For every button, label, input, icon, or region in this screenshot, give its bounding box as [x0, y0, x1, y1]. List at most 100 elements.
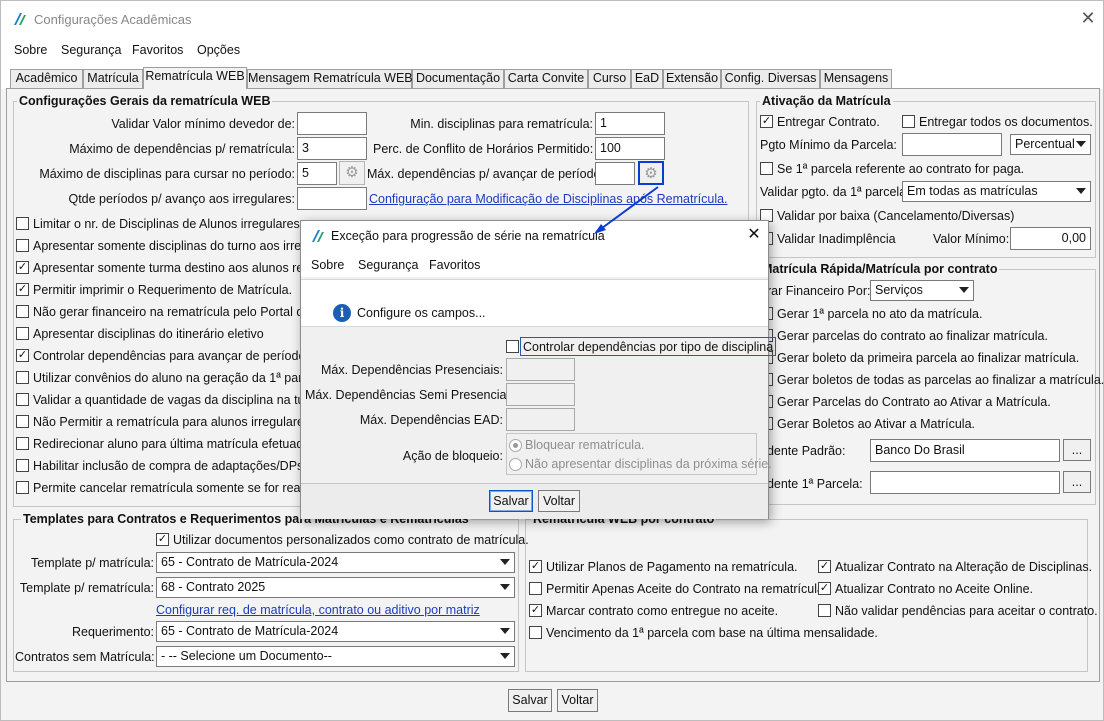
- general-option-11-checkbox[interactable]: [16, 459, 29, 472]
- min-disciplinas-input[interactable]: 1: [595, 112, 665, 135]
- tab-config-diversas[interactable]: Config. Diversas: [721, 69, 820, 88]
- general-option-3-checkbox[interactable]: ✓: [16, 283, 29, 296]
- max-dependencias-input[interactable]: 3: [297, 137, 367, 160]
- web-right-option-0-checkbox[interactable]: ✓: [818, 560, 831, 573]
- qtde-periodos-input[interactable]: [297, 187, 367, 210]
- nao-apresentar-radio[interactable]: [509, 458, 522, 471]
- cedente-padrao-lookup-button[interactable]: ...: [1063, 439, 1091, 461]
- valor-minimo-label: Valor Mínimo:: [933, 232, 1010, 246]
- template-rematricula-select[interactable]: 68 - Contrato 2025: [156, 577, 515, 598]
- dialog-save-button[interactable]: Salvar: [489, 490, 533, 512]
- pgto-minimo-input[interactable]: [902, 133, 1002, 156]
- general-option-4-checkbox[interactable]: [16, 305, 29, 318]
- chevron-down-icon: [500, 584, 510, 590]
- chevron-down-icon: [959, 287, 969, 293]
- tab-matricula[interactable]: Matrícula: [83, 69, 143, 88]
- dialog-menu-seguranca[interactable]: Segurança: [358, 258, 418, 272]
- general-option-0-checkbox[interactable]: [16, 217, 29, 230]
- acao-bloqueio-group: Bloquear rematrícula. Não apresentar dis…: [506, 433, 772, 475]
- general-option-2-checkbox[interactable]: ✓: [16, 261, 29, 274]
- dialog-back-button[interactable]: Voltar: [538, 490, 580, 512]
- menu-opcoes[interactable]: Opções: [197, 43, 240, 57]
- cedente-parcela-lookup-button[interactable]: ...: [1063, 471, 1091, 493]
- general-option-9-label: Não Permitir a rematrícula para alunos i…: [33, 415, 314, 429]
- acao-bloqueio-label: Ação de bloqueio:: [402, 449, 503, 463]
- web-left-option-1-checkbox[interactable]: [529, 582, 542, 595]
- general-option-7-label: Utilizar convênios do aluno na geração d…: [33, 371, 319, 385]
- close-icon[interactable]: ✕: [744, 225, 764, 245]
- general-option-6-checkbox[interactable]: ✓: [16, 349, 29, 362]
- template-matricula-select[interactable]: 65 - Contrato de Matrícula-2024: [156, 552, 515, 573]
- controlar-dependencias-checkbox[interactable]: [506, 340, 519, 353]
- general-option-10-checkbox[interactable]: [16, 437, 29, 450]
- dep-ead-input[interactable]: [506, 408, 575, 431]
- back-button[interactable]: Voltar: [557, 689, 598, 712]
- gear-icon[interactable]: ⚙: [339, 161, 365, 185]
- tab-mensagens[interactable]: Mensagens: [820, 69, 892, 88]
- web-left-option-2-checkbox[interactable]: ✓: [529, 604, 542, 617]
- dep-presenciais-input[interactable]: [506, 358, 575, 381]
- configurar-req-link[interactable]: Configurar req. de matrícula, contrato o…: [156, 603, 480, 617]
- cedente-padrao-input[interactable]: Banco Do Brasil: [870, 439, 1060, 462]
- se-primeira-checkbox[interactable]: [760, 162, 773, 175]
- bloquear-label: Bloquear rematrícula.: [525, 438, 645, 452]
- tab-ead[interactable]: EaD: [631, 69, 663, 88]
- requerimento-label: Requerimento:: [72, 625, 154, 639]
- general-option-12-checkbox[interactable]: [16, 481, 29, 494]
- general-option-1-checkbox[interactable]: [16, 239, 29, 252]
- web-right-option-1-checkbox[interactable]: ✓: [818, 582, 831, 595]
- menu-favoritos[interactable]: Favoritos: [132, 43, 183, 57]
- info-icon: i: [333, 304, 351, 322]
- dep-semi-presenciais-input[interactable]: [506, 383, 575, 406]
- cedente-parcela-input[interactable]: [870, 471, 1060, 494]
- chevron-down-icon: [1076, 141, 1086, 147]
- tab-documentacao[interactable]: Documentação: [412, 69, 504, 88]
- web-right-option-2-checkbox[interactable]: [818, 604, 831, 617]
- max-disciplinas-input[interactable]: 5: [297, 162, 337, 185]
- label-max-dep-avancar: Máx. dependências p/ avançar de período:: [367, 167, 604, 181]
- dep-ead-label: Máx. Dependências EAD:: [359, 413, 503, 427]
- label-max-dependencias: Máximo de dependências p/ rematrícula:: [69, 142, 295, 156]
- close-icon[interactable]: ✕: [1076, 6, 1100, 30]
- label-min-disciplinas: Min. disciplinas para rematrícula:: [410, 117, 593, 131]
- valor-minimo-input[interactable]: [297, 112, 367, 135]
- tab-rematricula-web[interactable]: Rematrícula WEB: [143, 67, 247, 89]
- general-option-8-checkbox[interactable]: [16, 393, 29, 406]
- pgto-minimo-label: Pgto Mínimo da Parcela:: [760, 138, 897, 152]
- web-left-option-0-checkbox[interactable]: ✓: [529, 560, 542, 573]
- requerimento-select[interactable]: 65 - Contrato de Matrícula-2024: [156, 621, 515, 642]
- web-left-option-3-checkbox[interactable]: [529, 626, 542, 639]
- financeiro-select[interactable]: Serviços: [870, 280, 974, 301]
- menu-sobre[interactable]: Sobre: [14, 43, 47, 57]
- controlar-dependencias-label: Controlar dependências por tipo de disci…: [520, 337, 777, 356]
- dialog-menu-favoritos[interactable]: Favoritos: [429, 258, 480, 272]
- tab-curso[interactable]: Curso: [588, 69, 631, 88]
- nao-apresentar-label: Não apresentar disciplinas da próxima sé…: [525, 457, 772, 471]
- usar-documentos-checkbox[interactable]: ✓: [156, 533, 169, 546]
- template-rematricula-label: Template p/ rematrícula:: [19, 581, 154, 595]
- general-option-9-checkbox[interactable]: [16, 415, 29, 428]
- financeiro-label: erar Financeiro Por:: [760, 284, 871, 298]
- general-option-11-label: Habilitar inclusão de compra de adaptaçõ…: [33, 459, 307, 473]
- pgto-tipo-select[interactable]: Percentual: [1010, 134, 1091, 155]
- menu-seguranca[interactable]: Segurança: [61, 43, 121, 57]
- tab-carta-convite[interactable]: Carta Convite: [504, 69, 588, 88]
- config-modificacao-link[interactable]: Configuração para Modificação de Discipl…: [369, 192, 728, 206]
- validar-pgto-select[interactable]: Em todas as matrículas: [902, 181, 1091, 202]
- tab-academico[interactable]: Acadêmico: [10, 69, 83, 88]
- general-option-7-checkbox[interactable]: [16, 371, 29, 384]
- save-button[interactable]: Salvar: [508, 689, 552, 712]
- web-left-option-2-label: Marcar contrato como entregue no aceite.: [546, 604, 779, 618]
- general-option-1-label: Apresentar somente disciplinas do turno …: [33, 239, 343, 253]
- cedente-padrao-label: edente Padrão:: [760, 444, 846, 458]
- entregar-contrato-checkbox[interactable]: ✓: [760, 115, 773, 128]
- entregar-todos-checkbox[interactable]: [902, 115, 915, 128]
- perc-conflito-input[interactable]: 100: [595, 137, 665, 160]
- valor-minimo-field[interactable]: 0,00: [1010, 227, 1091, 250]
- dialog-menu-sobre[interactable]: Sobre: [311, 258, 344, 272]
- tab-mensagem-rematricula[interactable]: Mensagem Rematrícula WEB: [247, 69, 413, 88]
- bloquear-radio[interactable]: [509, 439, 522, 452]
- tab-extensao[interactable]: Extensão: [663, 69, 721, 88]
- contratos-sem-select[interactable]: - -- Selecione um Documento--: [156, 646, 515, 667]
- general-option-5-checkbox[interactable]: [16, 327, 29, 340]
